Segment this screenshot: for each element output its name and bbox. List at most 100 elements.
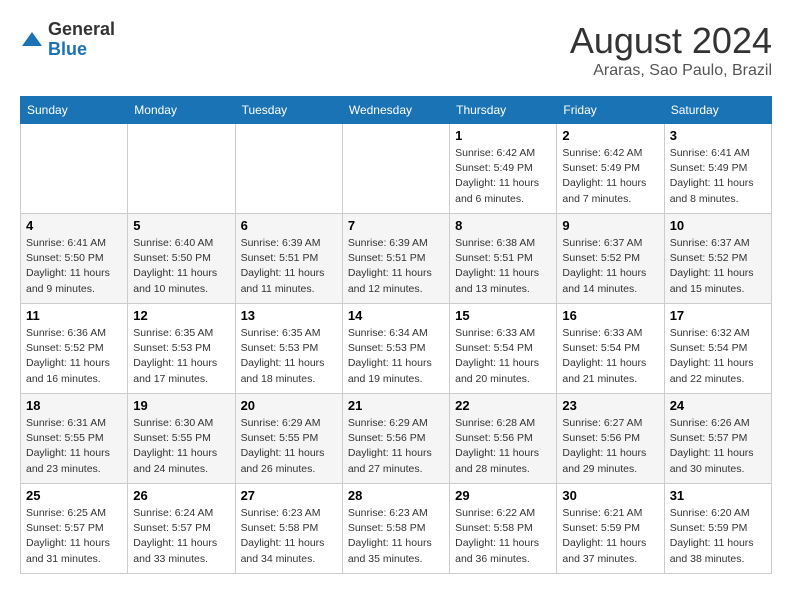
week-row-5: 25 Sunrise: 6:25 AMSunset: 5:57 PMDayligh… [21,484,772,574]
calendar-cell: 10Sunrise: 6:37 AMSunset: 5:52 PMDayligh… [664,214,771,304]
week-row-4: 18 Sunrise: 6:31 AMSunset: 5:55 PMDayligh… [21,394,772,484]
calendar-cell: 15 Sunrise: 6:33 AMSunset: 5:54 PMDayligh… [450,304,557,394]
weekday-header-friday: Friday [557,97,664,124]
calendar-cell: 5Sunrise: 6:40 AMSunset: 5:50 PMDaylight… [128,214,235,304]
title-block: August 2024 Araras, Sao Paulo, Brazil [570,20,772,80]
day-info: Sunrise: 6:29 AMSunset: 5:55 PMDaylight:… [241,416,337,477]
logo-general-text: General [48,20,115,40]
day-number: 23 [562,398,658,413]
day-info: Sunrise: 6:28 AMSunset: 5:56 PMDaylight:… [455,416,551,477]
calendar-cell: 22 Sunrise: 6:28 AMSunset: 5:56 PMDayligh… [450,394,557,484]
calendar-cell: 27Sunrise: 6:23 AMSunset: 5:58 PMDayligh… [235,484,342,574]
calendar-cell: 24 Sunrise: 6:26 AMSunset: 5:57 PMDayligh… [664,394,771,484]
calendar-cell: 26 Sunrise: 6:24 AMSunset: 5:57 PMDayligh… [128,484,235,574]
calendar-cell: 25 Sunrise: 6:25 AMSunset: 5:57 PMDayligh… [21,484,128,574]
day-info: Sunrise: 6:32 AMSunset: 5:54 PMDaylight:… [670,326,766,387]
calendar-cell: 28 Sunrise: 6:23 AMSunset: 5:58 PMDayligh… [342,484,449,574]
day-number: 11 [26,308,122,323]
calendar-cell: 3Sunrise: 6:41 AMSunset: 5:49 PMDaylight… [664,124,771,214]
calendar-cell: 1 Sunrise: 6:42 AMSunset: 5:49 PMDaylight… [450,124,557,214]
day-number: 12 [133,308,229,323]
day-number: 10 [670,218,766,233]
day-info: Sunrise: 6:35 AMSunset: 5:53 PMDaylight:… [133,326,229,387]
calendar-cell: 17 Sunrise: 6:32 AMSunset: 5:54 PMDayligh… [664,304,771,394]
day-info: Sunrise: 6:31 AMSunset: 5:55 PMDaylight:… [26,416,122,477]
weekday-header-wednesday: Wednesday [342,97,449,124]
logo-blue-text: Blue [48,40,115,60]
day-number: 20 [241,398,337,413]
calendar-cell: 9 Sunrise: 6:37 AMSunset: 5:52 PMDaylight… [557,214,664,304]
logo-text: General Blue [48,20,115,60]
calendar-cell: 18 Sunrise: 6:31 AMSunset: 5:55 PMDayligh… [21,394,128,484]
calendar-cell: 6 Sunrise: 6:39 AMSunset: 5:51 PMDaylight… [235,214,342,304]
location-text: Araras, Sao Paulo, Brazil [570,62,772,80]
page-header: General Blue August 2024 Araras, Sao Pau… [20,20,772,80]
day-number: 25 [26,488,122,503]
weekday-header-monday: Monday [128,97,235,124]
day-number: 6 [241,218,337,233]
day-info: Sunrise: 6:33 AMSunset: 5:54 PMDaylight:… [455,326,551,387]
calendar-cell: 2Sunrise: 6:42 AMSunset: 5:49 PMDaylight… [557,124,664,214]
day-info: Sunrise: 6:20 AMSunset: 5:59 PMDaylight:… [670,506,766,567]
day-info: Sunrise: 6:30 AMSunset: 5:55 PMDaylight:… [133,416,229,477]
calendar-cell [235,124,342,214]
day-number: 30 [562,488,658,503]
day-number: 8 [455,218,551,233]
day-info: Sunrise: 6:34 AMSunset: 5:53 PMDaylight:… [348,326,444,387]
calendar-cell: 21Sunrise: 6:29 AMSunset: 5:56 PMDayligh… [342,394,449,484]
calendar-cell: 7 Sunrise: 6:39 AMSunset: 5:51 PMDaylight… [342,214,449,304]
day-info: Sunrise: 6:27 AMSunset: 5:56 PMDaylight:… [562,416,658,477]
calendar-cell: 19 Sunrise: 6:30 AMSunset: 5:55 PMDayligh… [128,394,235,484]
logo-icon [20,28,44,52]
week-row-3: 11Sunrise: 6:36 AMSunset: 5:52 PMDayligh… [21,304,772,394]
calendar-cell: 23 Sunrise: 6:27 AMSunset: 5:56 PMDayligh… [557,394,664,484]
day-number: 15 [455,308,551,323]
day-info: Sunrise: 6:22 AMSunset: 5:58 PMDaylight:… [455,506,551,567]
day-number: 7 [348,218,444,233]
day-info: Sunrise: 6:23 AMSunset: 5:58 PMDaylight:… [348,506,444,567]
day-info: Sunrise: 6:24 AMSunset: 5:57 PMDaylight:… [133,506,229,567]
day-info: Sunrise: 6:26 AMSunset: 5:57 PMDaylight:… [670,416,766,477]
day-number: 13 [241,308,337,323]
day-info: Sunrise: 6:41 AMSunset: 5:49 PMDaylight:… [670,146,766,207]
calendar-cell: 13Sunrise: 6:35 AMSunset: 5:53 PMDayligh… [235,304,342,394]
day-number: 24 [670,398,766,413]
day-number: 28 [348,488,444,503]
logo: General Blue [20,20,115,60]
day-info: Sunrise: 6:42 AMSunset: 5:49 PMDaylight:… [455,146,551,207]
calendar-cell: 16Sunrise: 6:33 AMSunset: 5:54 PMDayligh… [557,304,664,394]
day-number: 17 [670,308,766,323]
day-number: 31 [670,488,766,503]
weekday-header-saturday: Saturday [664,97,771,124]
day-number: 19 [133,398,229,413]
day-number: 4 [26,218,122,233]
day-number: 1 [455,128,551,143]
day-info: Sunrise: 6:39 AMSunset: 5:51 PMDaylight:… [348,236,444,297]
day-number: 26 [133,488,229,503]
calendar-cell [342,124,449,214]
day-number: 27 [241,488,337,503]
day-number: 29 [455,488,551,503]
day-info: Sunrise: 6:25 AMSunset: 5:57 PMDaylight:… [26,506,122,567]
day-number: 21 [348,398,444,413]
calendar-table: SundayMondayTuesdayWednesdayThursdayFrid… [20,96,772,574]
calendar-cell: 11Sunrise: 6:36 AMSunset: 5:52 PMDayligh… [21,304,128,394]
day-number: 14 [348,308,444,323]
weekday-header-sunday: Sunday [21,97,128,124]
day-number: 5 [133,218,229,233]
day-number: 22 [455,398,551,413]
week-row-1: 1 Sunrise: 6:42 AMSunset: 5:49 PMDaylight… [21,124,772,214]
day-info: Sunrise: 6:37 AMSunset: 5:52 PMDaylight:… [562,236,658,297]
day-number: 9 [562,218,658,233]
calendar-cell [128,124,235,214]
day-info: Sunrise: 6:21 AMSunset: 5:59 PMDaylight:… [562,506,658,567]
weekday-header-tuesday: Tuesday [235,97,342,124]
day-number: 2 [562,128,658,143]
day-number: 18 [26,398,122,413]
calendar-cell: 8Sunrise: 6:38 AMSunset: 5:51 PMDaylight… [450,214,557,304]
day-info: Sunrise: 6:41 AMSunset: 5:50 PMDaylight:… [26,236,122,297]
day-info: Sunrise: 6:39 AMSunset: 5:51 PMDaylight:… [241,236,337,297]
week-row-2: 4 Sunrise: 6:41 AMSunset: 5:50 PMDaylight… [21,214,772,304]
weekday-header-row: SundayMondayTuesdayWednesdayThursdayFrid… [21,97,772,124]
calendar-cell: 31 Sunrise: 6:20 AMSunset: 5:59 PMDayligh… [664,484,771,574]
